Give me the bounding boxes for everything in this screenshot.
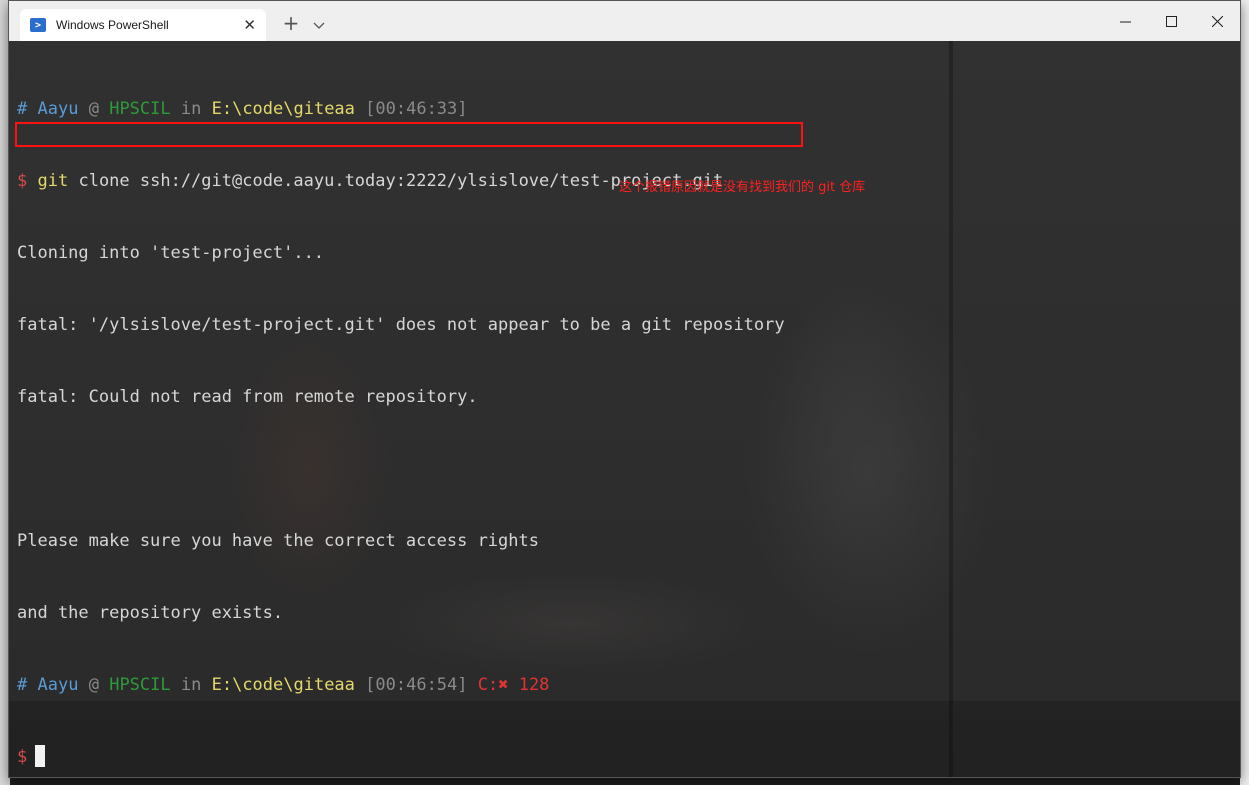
- powershell-icon: >: [30, 18, 46, 32]
- new-tab-button[interactable]: +: [280, 11, 302, 35]
- window-controls: [1102, 1, 1240, 41]
- output-line: Please make sure you have the correct ac…: [17, 531, 539, 551]
- background-window-strip-right: [1240, 0, 1249, 785]
- output-line: and the repository exists.: [17, 603, 284, 623]
- text-cursor[interactable]: [35, 745, 46, 767]
- prompt-dollar: $: [17, 747, 28, 767]
- tab-dropdown-chevron-icon[interactable]: [312, 19, 326, 33]
- prompt-at: @: [88, 99, 99, 119]
- prompt-user: Aayu: [37, 675, 79, 695]
- prompt-dollar: $: [17, 171, 28, 191]
- title-bar[interactable]: > Windows PowerShell ✕ +: [9, 1, 1240, 41]
- prompt-time: [00:46:33]: [365, 99, 468, 119]
- prompt-time: [00:46:54]: [365, 675, 468, 695]
- prompt-host: HPSCIL: [109, 675, 171, 695]
- prompt-hash: #: [17, 99, 28, 119]
- maximize-button[interactable]: [1148, 1, 1194, 41]
- tab-title: Windows PowerShell: [56, 18, 169, 32]
- output-line: Cloning into 'test-project'...: [17, 243, 325, 263]
- minimize-icon: [1119, 21, 1131, 22]
- prompt-at: @: [88, 675, 99, 695]
- prompt-host: HPSCIL: [109, 99, 171, 119]
- error-highlight-box: [15, 122, 803, 147]
- prompt-in: in: [180, 99, 202, 119]
- input-line[interactable]: $: [17, 745, 785, 769]
- prompt-line-1: # Aayu @ HPSCIL in E:\code\giteaa [00:46…: [17, 97, 785, 121]
- prompt-path: E:\code\giteaa: [211, 99, 355, 119]
- prompt-in: in: [180, 675, 202, 695]
- prompt-user: Aayu: [37, 99, 79, 119]
- maximize-icon: [1165, 15, 1177, 27]
- prompt-line-2: # Aayu @ HPSCIL in E:\code\giteaa [00:46…: [17, 673, 785, 697]
- error-line: fatal: Could not read from remote reposi…: [17, 387, 478, 407]
- tab-windows-powershell[interactable]: > Windows PowerShell ✕: [20, 9, 266, 41]
- command-name: git: [37, 171, 69, 191]
- background-wallpaper-frame: [949, 41, 953, 777]
- prompt-hash: #: [17, 675, 28, 695]
- exit-code-badge: C:✖ 128: [477, 675, 550, 695]
- error-line-highlighted: fatal: '/ylsislove/test-project.git' doe…: [17, 315, 785, 335]
- close-button[interactable]: [1194, 1, 1240, 41]
- minimize-button[interactable]: [1102, 1, 1148, 41]
- tab-close-icon[interactable]: ✕: [243, 16, 256, 34]
- terminal-output: # Aayu @ HPSCIL in E:\code\giteaa [00:46…: [17, 49, 785, 777]
- powershell-window: > Windows PowerShell ✕ + # Aayu @ HPSCIL…: [8, 0, 1241, 778]
- annotation-text: 这个报错原因就是没有找到我们的 git 仓库: [619, 180, 866, 195]
- terminal-pane[interactable]: # Aayu @ HPSCIL in E:\code\giteaa [00:46…: [9, 41, 1240, 777]
- close-icon: [1211, 15, 1223, 27]
- prompt-path: E:\code\giteaa: [211, 675, 355, 695]
